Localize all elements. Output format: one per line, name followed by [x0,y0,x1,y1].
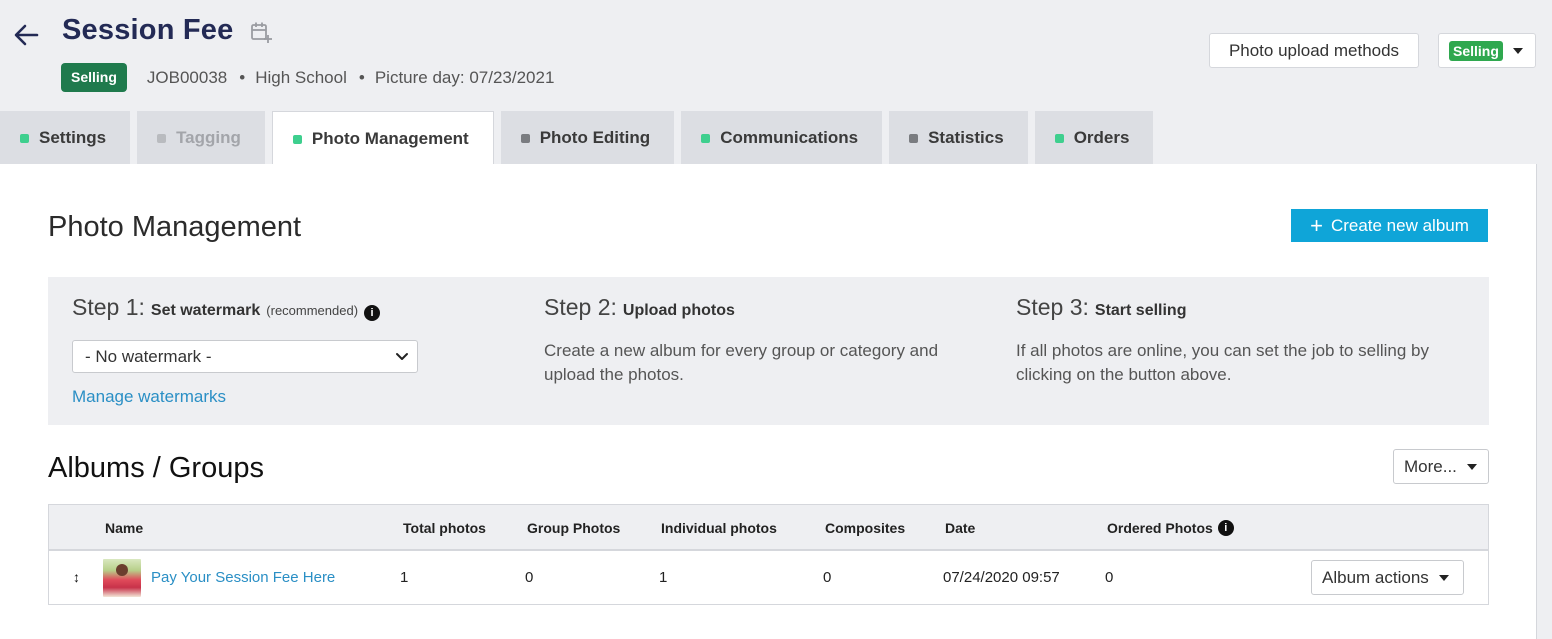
column-header[interactable]: Group Photos [527,520,620,536]
step-description: If all photos are online, you can set th… [1016,341,1429,384]
drag-handle-icon[interactable]: ↕ [73,569,80,585]
step-title: Set watermark [150,302,261,319]
tab-label: Orders [1073,128,1130,147]
tab-photo-management[interactable]: Photo Management [271,111,494,166]
page-title: Session Fee [62,14,234,46]
tab-statistics[interactable]: Statistics [889,111,1028,165]
step-note: (recommended) [266,303,359,318]
individual-photos-cell: 1 [659,569,668,586]
more-label: More... [1404,456,1457,476]
tab-label: Tagging [176,128,241,147]
watermark-select-value: - No watermark - [85,346,212,366]
tab-status-dot [701,133,711,143]
column-header[interactable]: Composites [825,520,905,536]
photo-management-panel: Photo Management + Create new album Step… [0,164,1537,639]
job-meta-row: Selling JOB00038 • High School • Picture… [61,63,554,92]
step-prefix: Step 3: [1016,294,1089,320]
tab-status-dot [157,133,167,143]
step-1: Step 1: Set watermark (recommended) i [72,294,381,321]
step-2: Step 2: Upload photos Create a new album… [544,294,974,387]
total-photos-cell: 1 [400,569,409,586]
manage-watermarks-link[interactable]: Manage watermarks [72,387,226,407]
picture-day: Picture day: 07/23/2021 [374,67,555,87]
date-cell: 07/24/2020 09:57 [943,569,1060,586]
album-actions-label: Album actions [1322,567,1429,587]
create-new-album-button[interactable]: + Create new album [1291,209,1488,242]
column-header[interactable]: Name [105,520,143,536]
status-pill: Selling [1449,40,1503,61]
step-prefix: Step 2: [544,294,617,320]
school-type: High School [255,67,347,87]
tab-photo-editing[interactable]: Photo Editing [500,111,675,165]
step-title: Upload photos [622,302,735,319]
watermark-select[interactable]: - No watermark - [72,340,418,373]
composites-cell: 0 [823,569,832,586]
create-album-label: Create new album [1330,215,1469,235]
albums-table: Name Total photos Group Photos Individua… [48,504,1489,605]
calendar-add-icon[interactable] [249,20,273,44]
photo-upload-methods-button[interactable]: Photo upload methods [1209,33,1419,68]
tab-settings[interactable]: Settings [0,111,131,165]
job-tabs: Settings Tagging Photo Management Photo … [0,111,1160,166]
column-header-ordered[interactable]: Ordered Photos i [1107,520,1234,536]
group-photos-cell: 0 [525,569,534,586]
ordered-photos-cell: 0 [1105,569,1114,586]
table-header: Name Total photos Group Photos Individua… [49,505,1488,551]
step-title: Start selling [1094,302,1187,319]
column-header-label: Ordered Photos [1107,520,1213,536]
tab-status-dot [292,134,302,144]
job-id: JOB00038 [146,67,228,87]
plus-icon: + [1310,212,1323,238]
tab-orders[interactable]: Orders [1034,111,1154,165]
tab-tagging[interactable]: Tagging [137,111,265,165]
job-status-dropdown[interactable]: Selling [1438,33,1536,68]
meta-separator: • [239,67,246,87]
tab-status-dot [520,133,530,143]
tab-label: Communications [720,128,859,147]
tab-status-dot [20,133,29,143]
column-header[interactable]: Total photos [403,520,486,536]
more-button[interactable]: More... [1393,449,1489,484]
back-arrow-icon[interactable] [12,22,40,48]
status-badge: Selling [61,63,127,92]
info-icon[interactable]: i [364,305,381,321]
caret-down-icon [1512,47,1523,54]
steps-box: Step 1: Set watermark (recommended) i - … [48,277,1489,425]
album-actions-button[interactable]: Album actions [1311,560,1464,595]
tab-label: Settings [39,128,107,147]
tab-status-dot [1054,133,1064,143]
album-name-link[interactable]: Pay Your Session Fee Here [151,569,335,586]
step-description: Create a new album for every group or ca… [544,341,939,384]
info-icon[interactable]: i [1217,520,1234,536]
step-3: Step 3: Start selling If all photos are … [1016,294,1446,387]
table-row: ↕ Pay Your Session Fee Here 1 0 1 0 07/2… [49,551,1488,604]
column-header[interactable]: Date [945,520,975,536]
tab-label: Photo Editing [539,128,651,147]
tab-communications[interactable]: Communications [681,111,883,165]
section-title: Photo Management [48,211,302,243]
caret-down-icon [1466,463,1477,470]
column-header[interactable]: Individual photos [661,520,777,536]
chevron-down-icon [396,353,408,360]
albums-title: Albums / Groups [48,452,264,484]
album-thumbnail[interactable] [103,559,141,597]
meta-separator: • [358,67,365,87]
tab-label: Statistics [928,128,1004,147]
tab-label: Photo Management [311,129,469,148]
tab-status-dot [909,133,919,143]
step-prefix: Step 1: [72,294,145,320]
caret-down-icon [1438,574,1449,581]
